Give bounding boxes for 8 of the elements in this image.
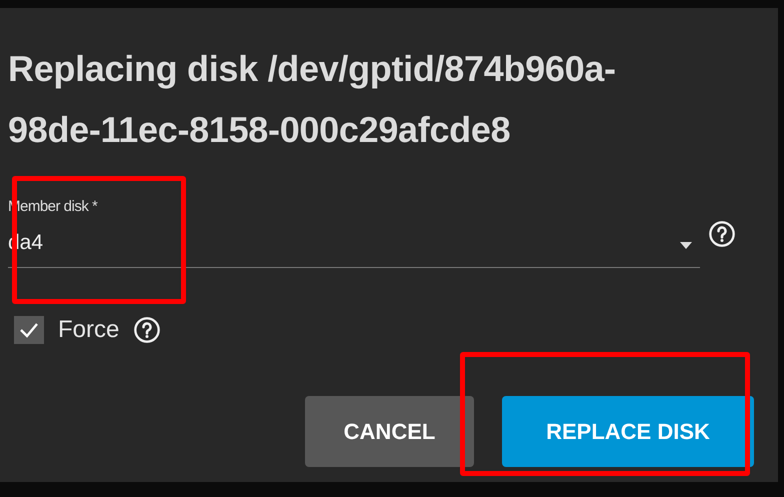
caret-icon xyxy=(680,242,692,249)
check-icon xyxy=(19,322,39,338)
help-icon[interactable] xyxy=(133,316,162,344)
force-checkbox[interactable] xyxy=(14,316,44,344)
force-label: Force xyxy=(58,316,120,344)
dialog-title: Replacing disk /dev/gptid/874b960a-98de-11ec-8158-000c29afcde8 xyxy=(8,47,617,152)
cancel-button[interactable]: CANCEL xyxy=(305,396,474,467)
help-icon[interactable] xyxy=(708,220,736,248)
